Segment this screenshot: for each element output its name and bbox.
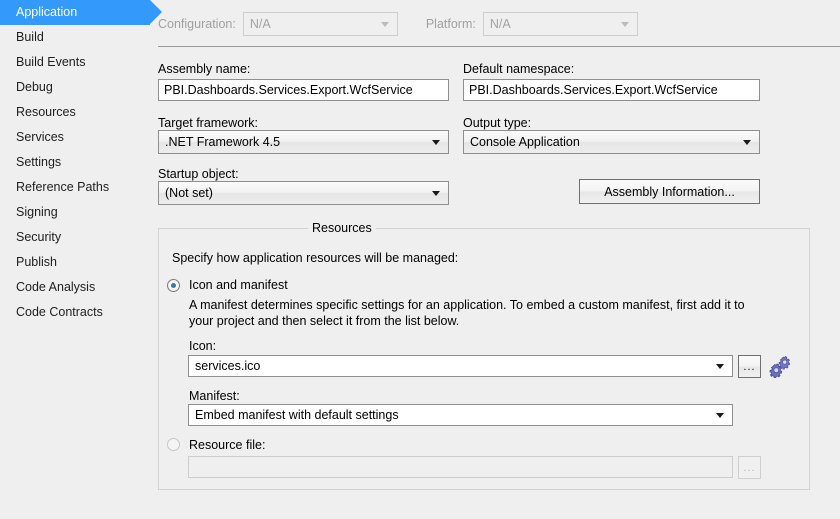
- default-namespace-input[interactable]: PBI.Dashboards.Services.Export.WcfServic…: [463, 79, 760, 101]
- sidebar-item-signing[interactable]: Signing: [0, 200, 150, 225]
- resources-group-title: Resources: [308, 221, 376, 235]
- manifest-label: Manifest:: [189, 389, 240, 403]
- assembly-name-label: Assembly name:: [158, 62, 251, 76]
- configuration-toolbar: Configuration: N/A Platform: N/A: [158, 11, 834, 37]
- configuration-label: Configuration:: [158, 17, 236, 31]
- sidebar-item-label: Security: [16, 230, 62, 244]
- sidebar-item-code-contracts[interactable]: Code Contracts: [0, 300, 150, 325]
- manifest-description-line1: A manifest determines specific settings …: [189, 298, 745, 312]
- icon-label: Icon:: [189, 339, 217, 353]
- sidebar-item-services[interactable]: Services: [0, 125, 150, 150]
- icon-and-manifest-label: Icon and manifest: [189, 278, 288, 292]
- sidebar-item-code-analysis[interactable]: Code Analysis: [0, 275, 150, 300]
- platform-value: N/A: [489, 17, 511, 31]
- target-framework-label: Target framework:: [158, 116, 259, 130]
- sidebar-item-label: Build: [16, 30, 44, 44]
- resource-file-browse-button[interactable]: ...: [738, 456, 761, 479]
- configuration-value: N/A: [249, 17, 271, 31]
- sidebar-item-label: Code Contracts: [16, 305, 103, 319]
- startup-object-value: (Not set): [165, 186, 213, 200]
- chevron-down-icon: [743, 140, 751, 145]
- output-type-value: Console Application: [470, 135, 580, 149]
- output-type-dropdown[interactable]: Console Application: [463, 130, 760, 154]
- manifest-value: Embed manifest with default settings: [195, 408, 399, 422]
- sidebar-item-label: Settings: [16, 155, 62, 169]
- gears-icon: [768, 354, 792, 379]
- sidebar-item-label: Reference Paths: [16, 180, 110, 194]
- icon-browse-label: ...: [743, 360, 756, 373]
- sidebar-item-build-events[interactable]: Build Events: [0, 50, 150, 75]
- configuration-dropdown[interactable]: N/A: [242, 12, 398, 36]
- startup-object-dropdown[interactable]: (Not set): [158, 181, 449, 205]
- application-properties-pane: Configuration: N/A Platform: N/A Assembl…: [150, 0, 840, 519]
- sidebar-item-build[interactable]: Build: [0, 25, 150, 50]
- platform-dropdown[interactable]: N/A: [482, 12, 638, 36]
- sidebar-item-label: Publish: [16, 255, 57, 269]
- startup-object-label: Startup object:: [158, 167, 239, 181]
- assembly-information-button[interactable]: Assembly Information...: [579, 179, 760, 204]
- chevron-down-icon: [716, 413, 724, 418]
- chevron-down-icon: [380, 22, 389, 27]
- sidebar-item-label: Code Analysis: [16, 280, 96, 294]
- manifest-dropdown[interactable]: Embed manifest with default settings: [188, 404, 733, 426]
- sidebar-item-reference-paths[interactable]: Reference Paths: [0, 175, 150, 200]
- icon-browse-button[interactable]: ...: [738, 355, 761, 378]
- sidebar-item-application[interactable]: Application: [0, 0, 162, 25]
- toolbar-separator: [158, 46, 840, 47]
- chevron-down-icon: [432, 191, 440, 196]
- icon-dropdown[interactable]: services.ico: [188, 355, 733, 377]
- resource-file-browse-label: ...: [743, 461, 756, 474]
- sidebar-item-label: Resources: [16, 105, 76, 119]
- target-framework-value: .NET Framework 4.5: [165, 135, 281, 149]
- platform-label: Platform:: [425, 17, 476, 31]
- assembly-information-label: Assembly Information...: [604, 184, 735, 199]
- target-framework-dropdown[interactable]: .NET Framework 4.5: [158, 130, 449, 154]
- sidebar-item-label: Build Events: [16, 55, 86, 69]
- sidebar-item-debug[interactable]: Debug: [0, 75, 150, 100]
- chevron-down-icon: [620, 22, 629, 27]
- output-type-label: Output type:: [463, 116, 532, 130]
- manifest-description-line2: your project and then select it from the…: [189, 314, 460, 328]
- resource-file-label: Resource file:: [189, 438, 266, 452]
- default-namespace-label: Default namespace:: [463, 62, 575, 76]
- resource-file-input[interactable]: [188, 456, 733, 478]
- sidebar-item-resources[interactable]: Resources: [0, 100, 150, 125]
- chevron-down-icon: [432, 140, 440, 145]
- resources-intro-text: Specify how application resources will b…: [172, 251, 459, 265]
- icon-and-manifest-radio[interactable]: [167, 279, 180, 292]
- assembly-name-value: PBI.Dashboards.Services.Export.WcfServic…: [164, 83, 413, 97]
- sidebar-item-label: Services: [16, 130, 64, 144]
- sidebar-item-publish[interactable]: Publish: [0, 250, 150, 275]
- assembly-name-input[interactable]: PBI.Dashboards.Services.Export.WcfServic…: [158, 79, 449, 101]
- sidebar-item-label: Debug: [16, 80, 53, 94]
- default-namespace-value: PBI.Dashboards.Services.Export.WcfServic…: [469, 83, 718, 97]
- icon-value: services.ico: [195, 359, 261, 373]
- sidebar-item-label: Application: [16, 5, 78, 19]
- settings-sidebar: Application Build Build Events Debug Res…: [0, 0, 162, 519]
- sidebar-item-label: Signing: [16, 205, 58, 219]
- sidebar-item-security[interactable]: Security: [0, 225, 150, 250]
- resource-file-radio[interactable]: [167, 438, 180, 451]
- sidebar-item-settings[interactable]: Settings: [0, 150, 150, 175]
- chevron-down-icon: [716, 364, 724, 369]
